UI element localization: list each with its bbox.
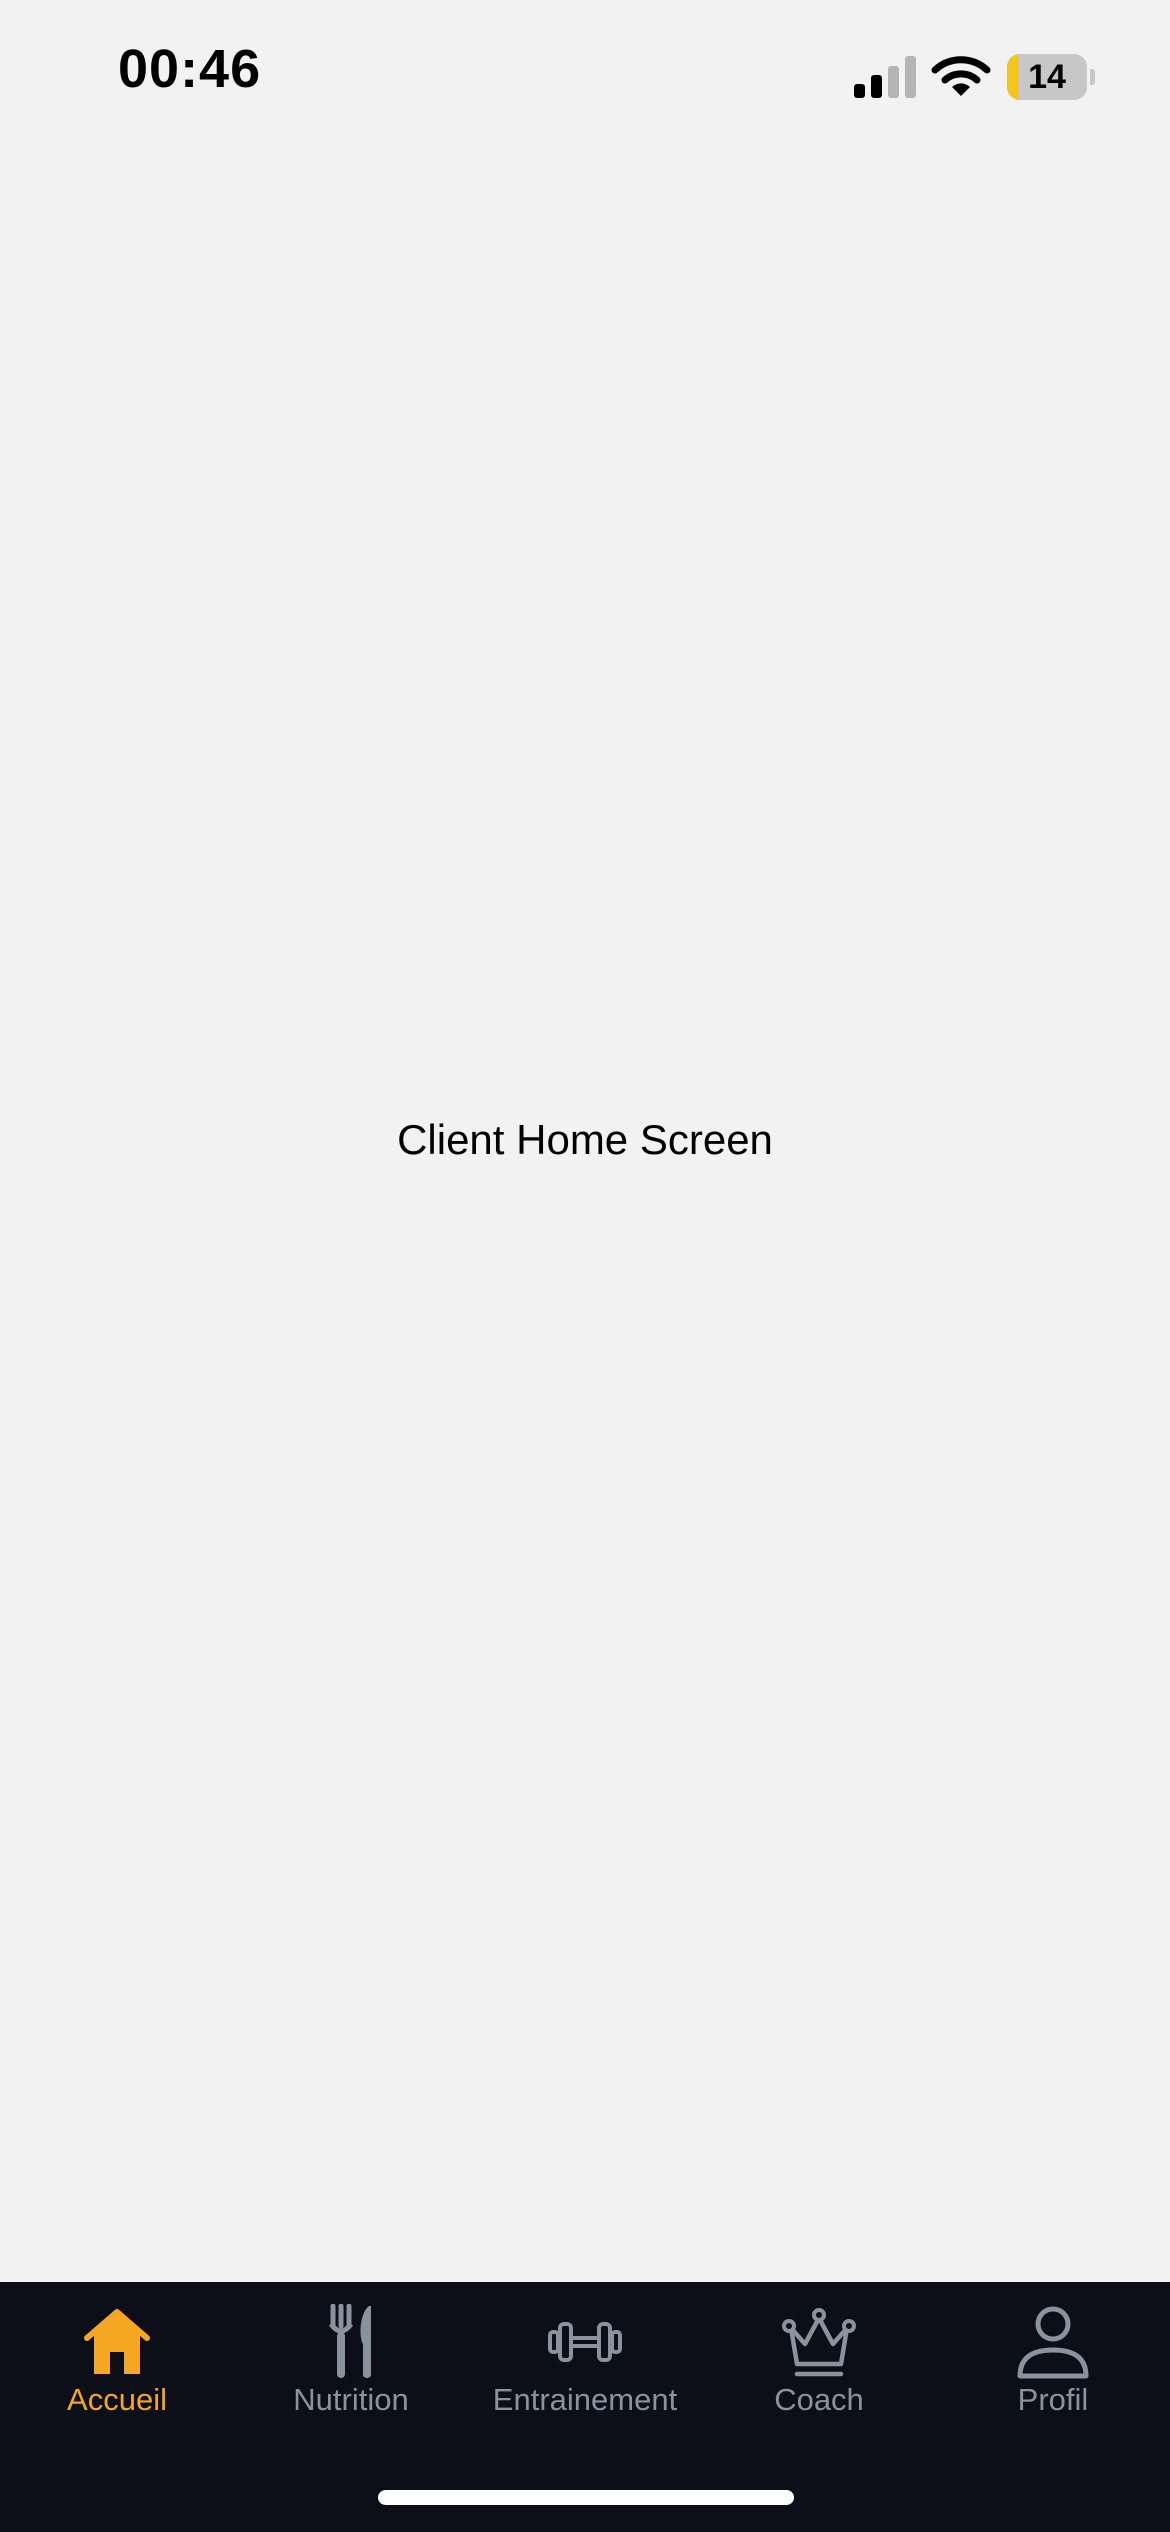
tab-label: Accueil xyxy=(67,2382,167,2417)
battery-body: 14 xyxy=(1007,54,1087,100)
battery-tip xyxy=(1090,69,1095,85)
home-indicator[interactable] xyxy=(378,2490,794,2505)
status-bar: 00:46 14 xyxy=(0,0,1170,150)
dumbbell-icon xyxy=(548,2322,622,2362)
battery-indicator: 14 xyxy=(1007,54,1095,100)
home-icon xyxy=(84,2309,150,2374)
tab-label: Nutrition xyxy=(293,2382,409,2417)
tab-label: Entrainement xyxy=(492,2382,678,2417)
screen-placeholder-label: Client Home Screen xyxy=(397,1116,773,1163)
wifi-icon xyxy=(931,56,991,96)
tab-label: Profil xyxy=(1017,2382,1089,2417)
battery-percentage: 14 xyxy=(1028,58,1066,96)
person-icon xyxy=(1017,2306,1089,2379)
bottom-tab-bar: Accueil Nutrition Entrainement Coach Pro… xyxy=(0,2282,1170,2532)
crown-icon xyxy=(782,2308,856,2377)
tab-profil[interactable]: Profil xyxy=(936,2282,1170,2432)
tab-entrainement[interactable]: Entrainement xyxy=(468,2282,702,2432)
cellular-signal-icon xyxy=(854,56,916,98)
fork-knife-icon xyxy=(328,2304,371,2378)
tab-label: Coach xyxy=(774,2382,864,2417)
status-time: 00:46 xyxy=(118,39,262,99)
tab-accueil[interactable]: Accueil xyxy=(0,2282,234,2432)
tab-coach[interactable]: Coach xyxy=(702,2282,936,2432)
tab-nutrition[interactable]: Nutrition xyxy=(234,2282,468,2432)
